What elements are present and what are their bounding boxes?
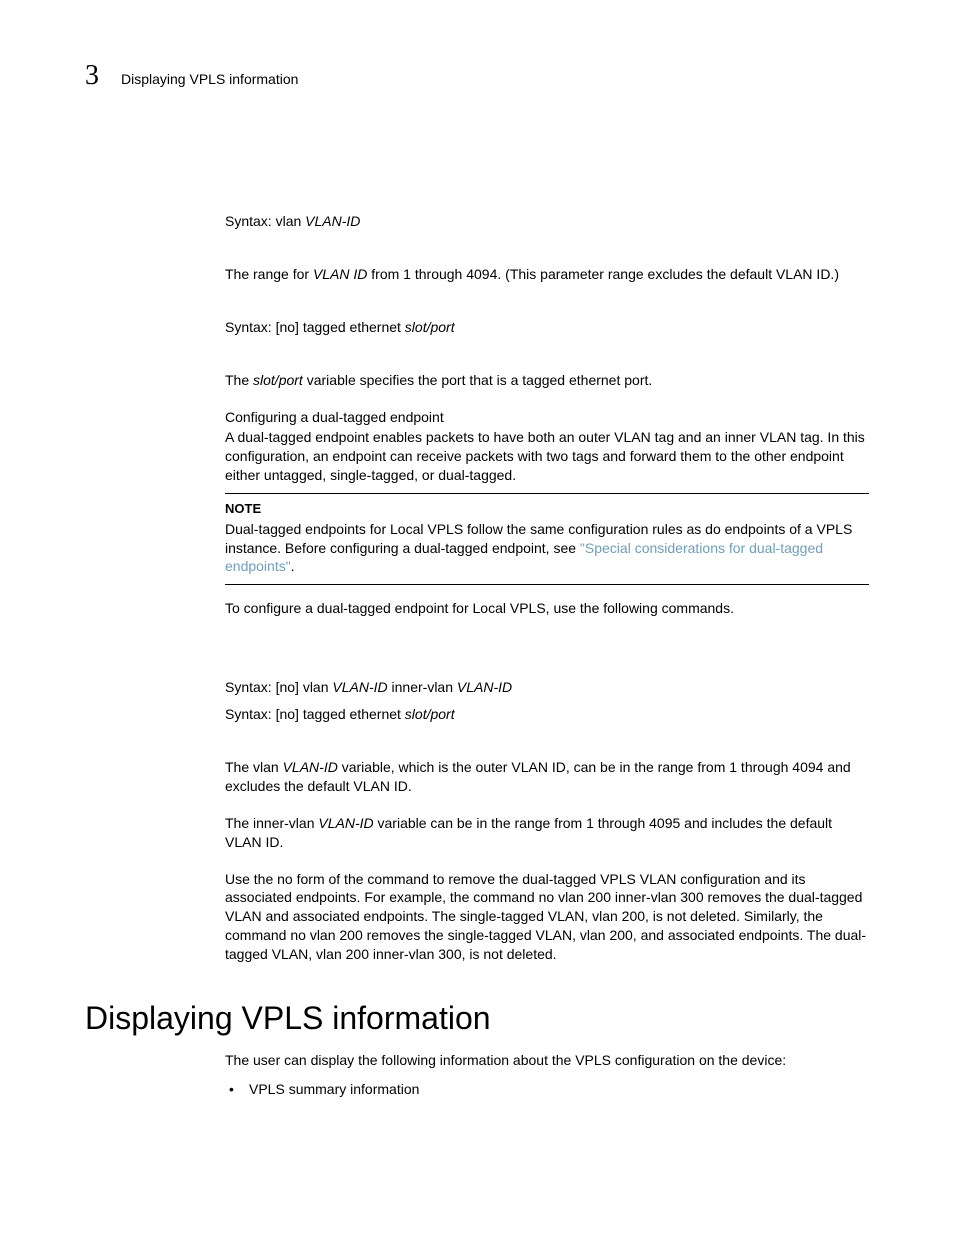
bullet-list: VPLS summary information (225, 1080, 869, 1099)
text-run: The vlan (225, 759, 283, 775)
syntax-var: VLAN-ID (305, 213, 360, 229)
note-body: Dual-tagged endpoints for Local VPLS fol… (225, 520, 869, 577)
text-run: The (225, 372, 253, 388)
text-var: VLAN-ID (318, 815, 373, 831)
text-run: from 1 through 4094. (This parameter ran… (367, 266, 839, 282)
text-var: slot/port (253, 372, 303, 388)
paragraph-slotport: The slot/port variable specifies the por… (225, 371, 869, 390)
text-var: VLAN-ID (283, 759, 338, 775)
syntax-line-1: Syntax: vlan VLAN-ID (225, 212, 869, 231)
text-run: The inner-vlan (225, 815, 318, 831)
page-header: 3 Displaying VPLS information (85, 60, 869, 92)
paragraph-outer-vlan: The vlan VLAN-ID variable, which is the … (225, 758, 869, 796)
section-heading: Displaying VPLS information (85, 1000, 869, 1037)
syntax-var: slot/port (405, 319, 455, 335)
syntax-prefix: Syntax: [no] tagged ethernet (225, 706, 405, 722)
syntax-var: VLAN-ID (332, 679, 387, 695)
paragraph-configure-intro: To configure a dual-tagged endpoint for … (225, 599, 869, 618)
text-run: variable specifies the port that is a ta… (303, 372, 652, 388)
paragraph-inner-vlan: The inner-vlan VLAN-ID variable can be i… (225, 814, 869, 852)
paragraph-no-form: Use the no form of the command to remove… (225, 870, 869, 964)
body-content: Syntax: vlan VLAN-ID The range for VLAN … (225, 212, 869, 964)
paragraph-dual-tagged-desc: A dual-tagged endpoint enables packets t… (225, 428, 869, 485)
section-body: The user can display the following infor… (225, 1051, 869, 1099)
syntax-prefix: Syntax: [no] vlan (225, 679, 332, 695)
syntax-line-2: Syntax: [no] tagged ethernet slot/port (225, 318, 869, 337)
list-item-text: VPLS summary information (249, 1081, 419, 1097)
page: 3 Displaying VPLS information Syntax: vl… (0, 0, 954, 1235)
text-run: The range for (225, 266, 313, 282)
paragraph-range-vlanid: The range for VLAN ID from 1 through 409… (225, 265, 869, 284)
paragraph-display-intro: The user can display the following infor… (225, 1051, 869, 1070)
list-item: VPLS summary information (225, 1080, 869, 1099)
syntax-prefix: Syntax: vlan (225, 213, 305, 229)
syntax-var: VLAN-ID (457, 679, 512, 695)
note-text-end: . (291, 558, 295, 574)
running-title: Displaying VPLS information (121, 71, 298, 87)
syntax-line-4: Syntax: [no] tagged ethernet slot/port (225, 705, 869, 724)
syntax-mid: inner-vlan (388, 679, 457, 695)
chapter-number: 3 (85, 60, 99, 92)
syntax-var: slot/port (405, 706, 455, 722)
syntax-line-3: Syntax: [no] vlan VLAN-ID inner-vlan VLA… (225, 678, 869, 697)
note-label: NOTE (225, 500, 869, 518)
text-var: VLAN ID (313, 266, 367, 282)
syntax-prefix: Syntax: [no] tagged ethernet (225, 319, 405, 335)
note-box: NOTE Dual-tagged endpoints for Local VPL… (225, 493, 869, 585)
subheading-dual-tagged: Configuring a dual-tagged endpoint (225, 408, 869, 427)
